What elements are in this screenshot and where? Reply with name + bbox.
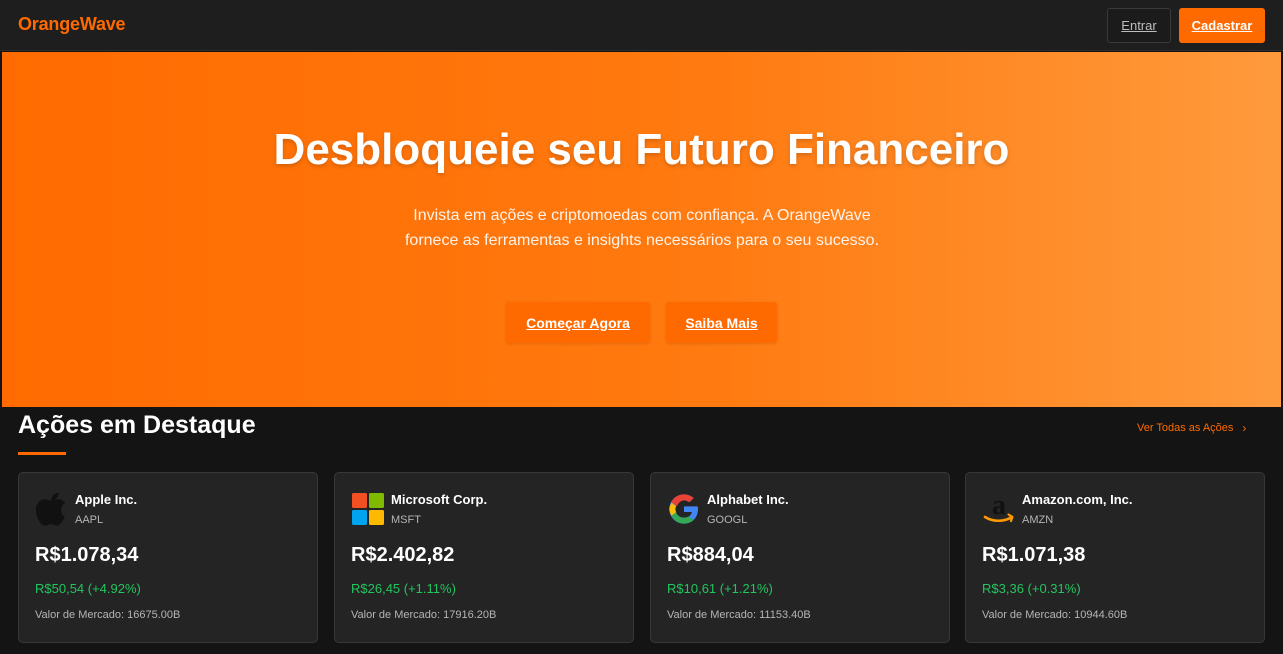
stock-price: R$1.071,38 [982,544,1086,566]
stock-change: R$50,54 (+4.92%) [35,581,141,596]
stock-change: R$3,36 (+0.31%) [982,581,1081,596]
see-all-stocks-link[interactable]: Ver Todas as Ações › [1137,421,1246,435]
stock-ticker: AAPL [75,514,104,526]
stock-name: Alphabet Inc. [707,492,789,507]
hero-subtitle: Invista em ações e criptomoedas com conf… [404,207,880,249]
stock-ticker: MSFT [391,514,421,526]
stock-change: R$26,45 (+1.11%) [351,581,456,596]
stock-ticker: GOOGL [707,514,748,526]
stock-card-msft[interactable]: Microsoft Corp. MSFT R$2.402,82 R$26,45 … [334,472,634,643]
stock-price: R$1.078,34 [35,544,139,566]
stock-ticker: AMZN [1022,514,1054,526]
stock-card-amzn[interactable]: a Amazon.com, Inc. AMZN R$1.071,38 R$3,3… [965,472,1265,643]
stock-card-googl[interactable]: Alphabet Inc. GOOGL R$884,04 R$10,61 (+1… [650,472,950,643]
svg-text:a: a [992,492,1006,521]
get-started-button[interactable]: Começar Agora [506,302,650,343]
hero-banner: Desbloqueie seu Futuro Financeiro Invist… [2,52,1281,407]
learn-more-button[interactable]: Saiba Mais [666,302,777,343]
chevron-right-icon: › [1242,421,1247,435]
title-underline [18,452,66,455]
stock-price: R$884,04 [667,544,754,566]
stock-name: Amazon.com, Inc. [1022,492,1133,507]
stock-card-aapl[interactable]: Apple Inc. AAPL R$1.078,34 R$50,54 (+4.9… [18,472,318,643]
apple-logo-icon [35,492,69,526]
top-navbar: OrangeWave Entrar Cadastrar [0,0,1283,51]
login-button[interactable]: Entrar [1107,8,1171,43]
microsoft-logo-icon [351,492,385,526]
stock-market-cap: Valor de Mercado: 11153.40B [667,609,811,621]
stock-change: R$10,61 (+1.21%) [667,581,773,596]
stock-market-cap: Valor de Mercado: 16675.00B [35,609,181,621]
amazon-logo-icon: a [982,492,1016,526]
stock-price: R$2.402,82 [351,544,455,566]
see-all-label: Ver Todas as Ações [1137,422,1234,434]
stock-market-cap: Valor de Mercado: 17916.20B [351,609,497,621]
brand-logo[interactable]: OrangeWave [18,14,126,35]
stock-name: Microsoft Corp. [391,492,488,507]
hero-title: Desbloqueie seu Futuro Financeiro [273,125,1010,174]
featured-stocks-title: Ações em Destaque [18,411,256,439]
stock-market-cap: Valor de Mercado: 10944.60B [982,609,1128,621]
stock-name: Apple Inc. [75,492,138,507]
google-logo-icon [667,492,701,526]
signup-button[interactable]: Cadastrar [1179,8,1265,43]
